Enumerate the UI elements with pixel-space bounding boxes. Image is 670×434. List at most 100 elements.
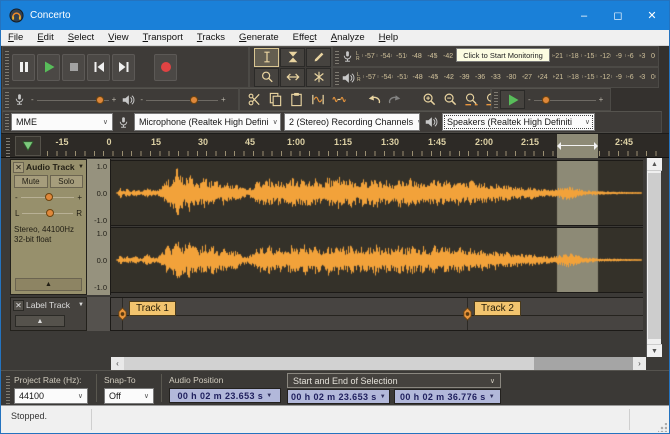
resize-grip[interactable]: [658, 423, 667, 432]
minimize-button[interactable]: –: [567, 1, 601, 30]
close-button[interactable]: ✕: [635, 1, 669, 30]
spinner-icon[interactable]: ▼: [489, 394, 495, 400]
toolbar-grip[interactable]: [5, 49, 9, 85]
meter-scale-label: -3: [639, 53, 645, 60]
selection-tool-button[interactable]: [254, 48, 279, 67]
collapse-track-button[interactable]: ▲: [15, 315, 65, 327]
menu-item-file[interactable]: File: [1, 31, 30, 44]
menu-item-generate[interactable]: Generate: [232, 31, 286, 44]
skip-to-end-button[interactable]: [112, 54, 135, 81]
zoom-tool-button[interactable]: [254, 68, 279, 87]
scrollbar-thumb[interactable]: [648, 173, 661, 339]
track-title[interactable]: Label Track: [26, 300, 70, 310]
zoom-in-button[interactable]: [419, 90, 440, 110]
zoom-selection-button[interactable]: [461, 90, 482, 110]
timeshift-tool-button[interactable]: [280, 68, 305, 87]
pan-slider[interactable]: [22, 206, 73, 220]
playback-device-dropdown[interactable]: Speakers (Realtek High Definiti∨: [442, 113, 595, 131]
pause-button[interactable]: [12, 54, 35, 81]
menu-item-transport[interactable]: Transport: [136, 31, 190, 44]
close-track-button[interactable]: ✕: [13, 162, 24, 173]
toolbar-grip[interactable]: [6, 376, 10, 404]
redo-button[interactable]: [384, 90, 405, 110]
record-button[interactable]: [154, 54, 177, 81]
timeline-options-button[interactable]: [15, 136, 41, 156]
meter-scale-label: -9: [616, 74, 622, 81]
track-label[interactable]: Track 1: [129, 301, 176, 316]
menu-item-select[interactable]: Select: [61, 31, 101, 44]
vertical-ruler[interactable]: 1.0 0.0 -1.0 1.0 0.0 -1.0: [87, 159, 111, 295]
snap-to-dropdown[interactable]: Off∨: [104, 388, 154, 404]
track-menu-chevron-icon[interactable]: ▼: [78, 302, 84, 308]
scrollbar-thumb[interactable]: [124, 357, 534, 370]
track-label[interactable]: Track 2: [474, 301, 521, 316]
recording-device-dropdown[interactable]: Microphone (Realtek High Defini∨: [134, 113, 281, 131]
vertical-scrollbar[interactable]: ▲ ▼: [646, 158, 661, 357]
silence-button[interactable]: [328, 90, 349, 110]
recording-channels-dropdown[interactable]: 2 (Stereo) Recording Channels∨: [284, 113, 420, 131]
close-track-button[interactable]: ✕: [13, 300, 24, 311]
toolbar-grip[interactable]: [335, 70, 339, 85]
multi-tool-button[interactable]: [306, 68, 331, 87]
scroll-up-arrow[interactable]: ▲: [647, 158, 662, 171]
toolbar-grip[interactable]: [335, 49, 339, 64]
timeline-selection[interactable]: [557, 134, 598, 158]
spinner-icon[interactable]: ▼: [266, 393, 272, 399]
cut-button[interactable]: [244, 90, 265, 110]
waveform-channel-right[interactable]: [111, 227, 643, 293]
playback-meter[interactable]: LR -57-54-51-48-45-42-39-36-33-30-27-24-…: [332, 67, 659, 88]
draw-tool-button[interactable]: [306, 48, 331, 67]
audio-host-dropdown[interactable]: MME∨: [11, 113, 113, 131]
menu-item-edit[interactable]: Edit: [30, 31, 60, 44]
envelope-tool-button[interactable]: [280, 48, 305, 67]
scroll-down-arrow[interactable]: ▼: [647, 344, 662, 357]
stop-button[interactable]: [62, 54, 85, 81]
recording-volume-slider[interactable]: [37, 93, 109, 107]
solo-button[interactable]: Solo: [50, 175, 84, 188]
track-title[interactable]: Audio Track: [26, 162, 75, 172]
selection-start-field[interactable]: 00 h 02 m 23.653 s▼: [287, 389, 390, 404]
menu-item-analyze[interactable]: Analyze: [324, 31, 372, 44]
undo-button[interactable]: [363, 90, 384, 110]
zoom-out-button[interactable]: [440, 90, 461, 110]
paste-button[interactable]: [286, 90, 307, 110]
selection-mode-dropdown[interactable]: Start and End of Selection∨: [287, 373, 501, 388]
label-flag-icon[interactable]: [117, 307, 128, 326]
toolbar-grip[interactable]: [494, 91, 498, 108]
selection-end-field[interactable]: 00 h 02 m 36.776 s▼: [394, 389, 501, 404]
project-rate-dropdown[interactable]: 44100∨: [14, 388, 88, 404]
label-track-canvas[interactable]: Track 1 Track 2: [111, 297, 643, 331]
label-flag-icon[interactable]: [462, 307, 473, 326]
play-at-speed-button[interactable]: [500, 90, 525, 109]
title-bar: Concerto – ◻ ✕: [1, 1, 669, 30]
meter-scale-label: 0: [651, 74, 655, 81]
menu-item-effect[interactable]: Effect: [286, 31, 324, 44]
maximize-button[interactable]: ◻: [601, 1, 635, 30]
toolbar-grip[interactable]: [5, 114, 9, 130]
menu-item-tracks[interactable]: Tracks: [190, 31, 232, 44]
monitoring-tooltip[interactable]: Click to Start Monitoring: [456, 48, 550, 62]
scroll-right-arrow[interactable]: ›: [633, 357, 646, 370]
trim-button[interactable]: [307, 90, 328, 110]
toolbar-grip[interactable]: [6, 138, 10, 157]
track-menu-chevron-icon[interactable]: ▼: [78, 164, 84, 170]
mute-button[interactable]: Mute: [14, 175, 48, 188]
spinner-icon[interactable]: ▼: [380, 394, 386, 400]
play-button[interactable]: [37, 54, 60, 81]
waveform-channel-left[interactable]: [111, 160, 643, 226]
skip-to-start-button[interactable]: [87, 54, 110, 81]
play-at-speed-toolbar: - +: [491, 88, 611, 111]
horizontal-scrollbar[interactable]: ‹ ›: [111, 357, 646, 370]
toolbar-grip[interactable]: [5, 91, 9, 108]
audio-position-field[interactable]: 00 h 02 m 23.653 s▼: [169, 388, 281, 403]
copy-button[interactable]: [265, 90, 286, 110]
play-speed-slider[interactable]: [534, 93, 596, 107]
timeline-ruler[interactable]: -1501530451:001:151:301:452:002:152:302:…: [1, 134, 669, 158]
gain-slider[interactable]: [21, 190, 75, 204]
playback-volume-slider[interactable]: [146, 93, 218, 107]
meter-scale-label: -57: [365, 53, 375, 60]
menu-item-view[interactable]: View: [101, 31, 135, 44]
collapse-track-button[interactable]: ▲: [15, 278, 82, 291]
scroll-left-arrow[interactable]: ‹: [111, 357, 124, 370]
menu-item-help[interactable]: Help: [372, 31, 406, 44]
